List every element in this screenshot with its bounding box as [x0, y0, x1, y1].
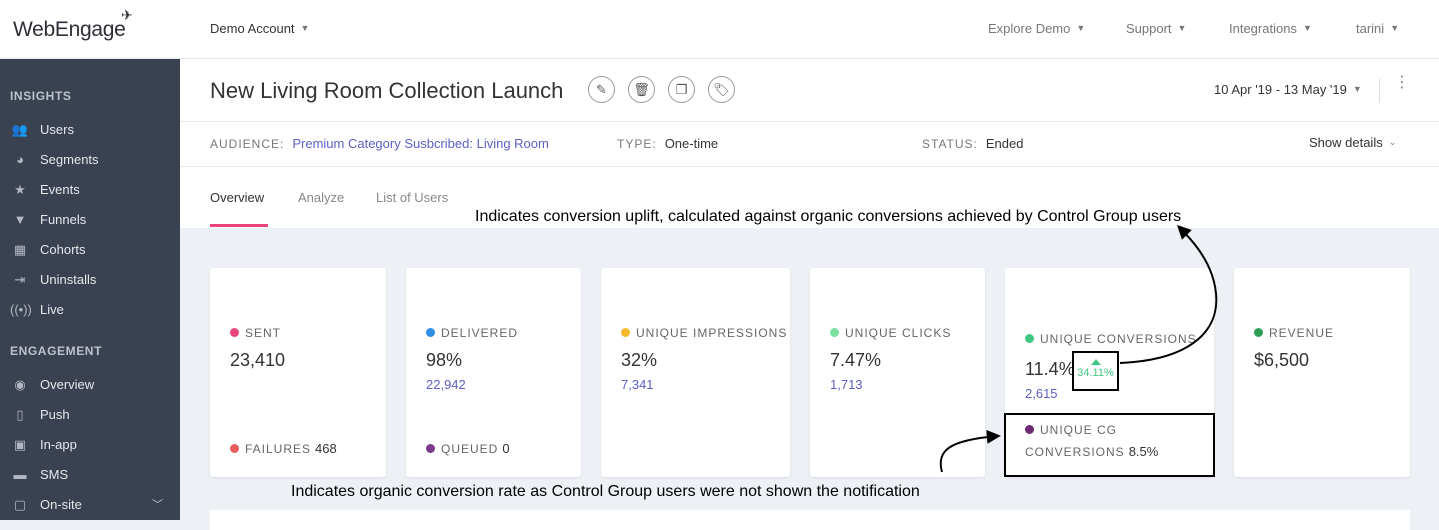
annotation-arrows: [939, 225, 1218, 473]
uplift-arrow: [1119, 225, 1218, 364]
cg-arrow: [939, 429, 1001, 473]
